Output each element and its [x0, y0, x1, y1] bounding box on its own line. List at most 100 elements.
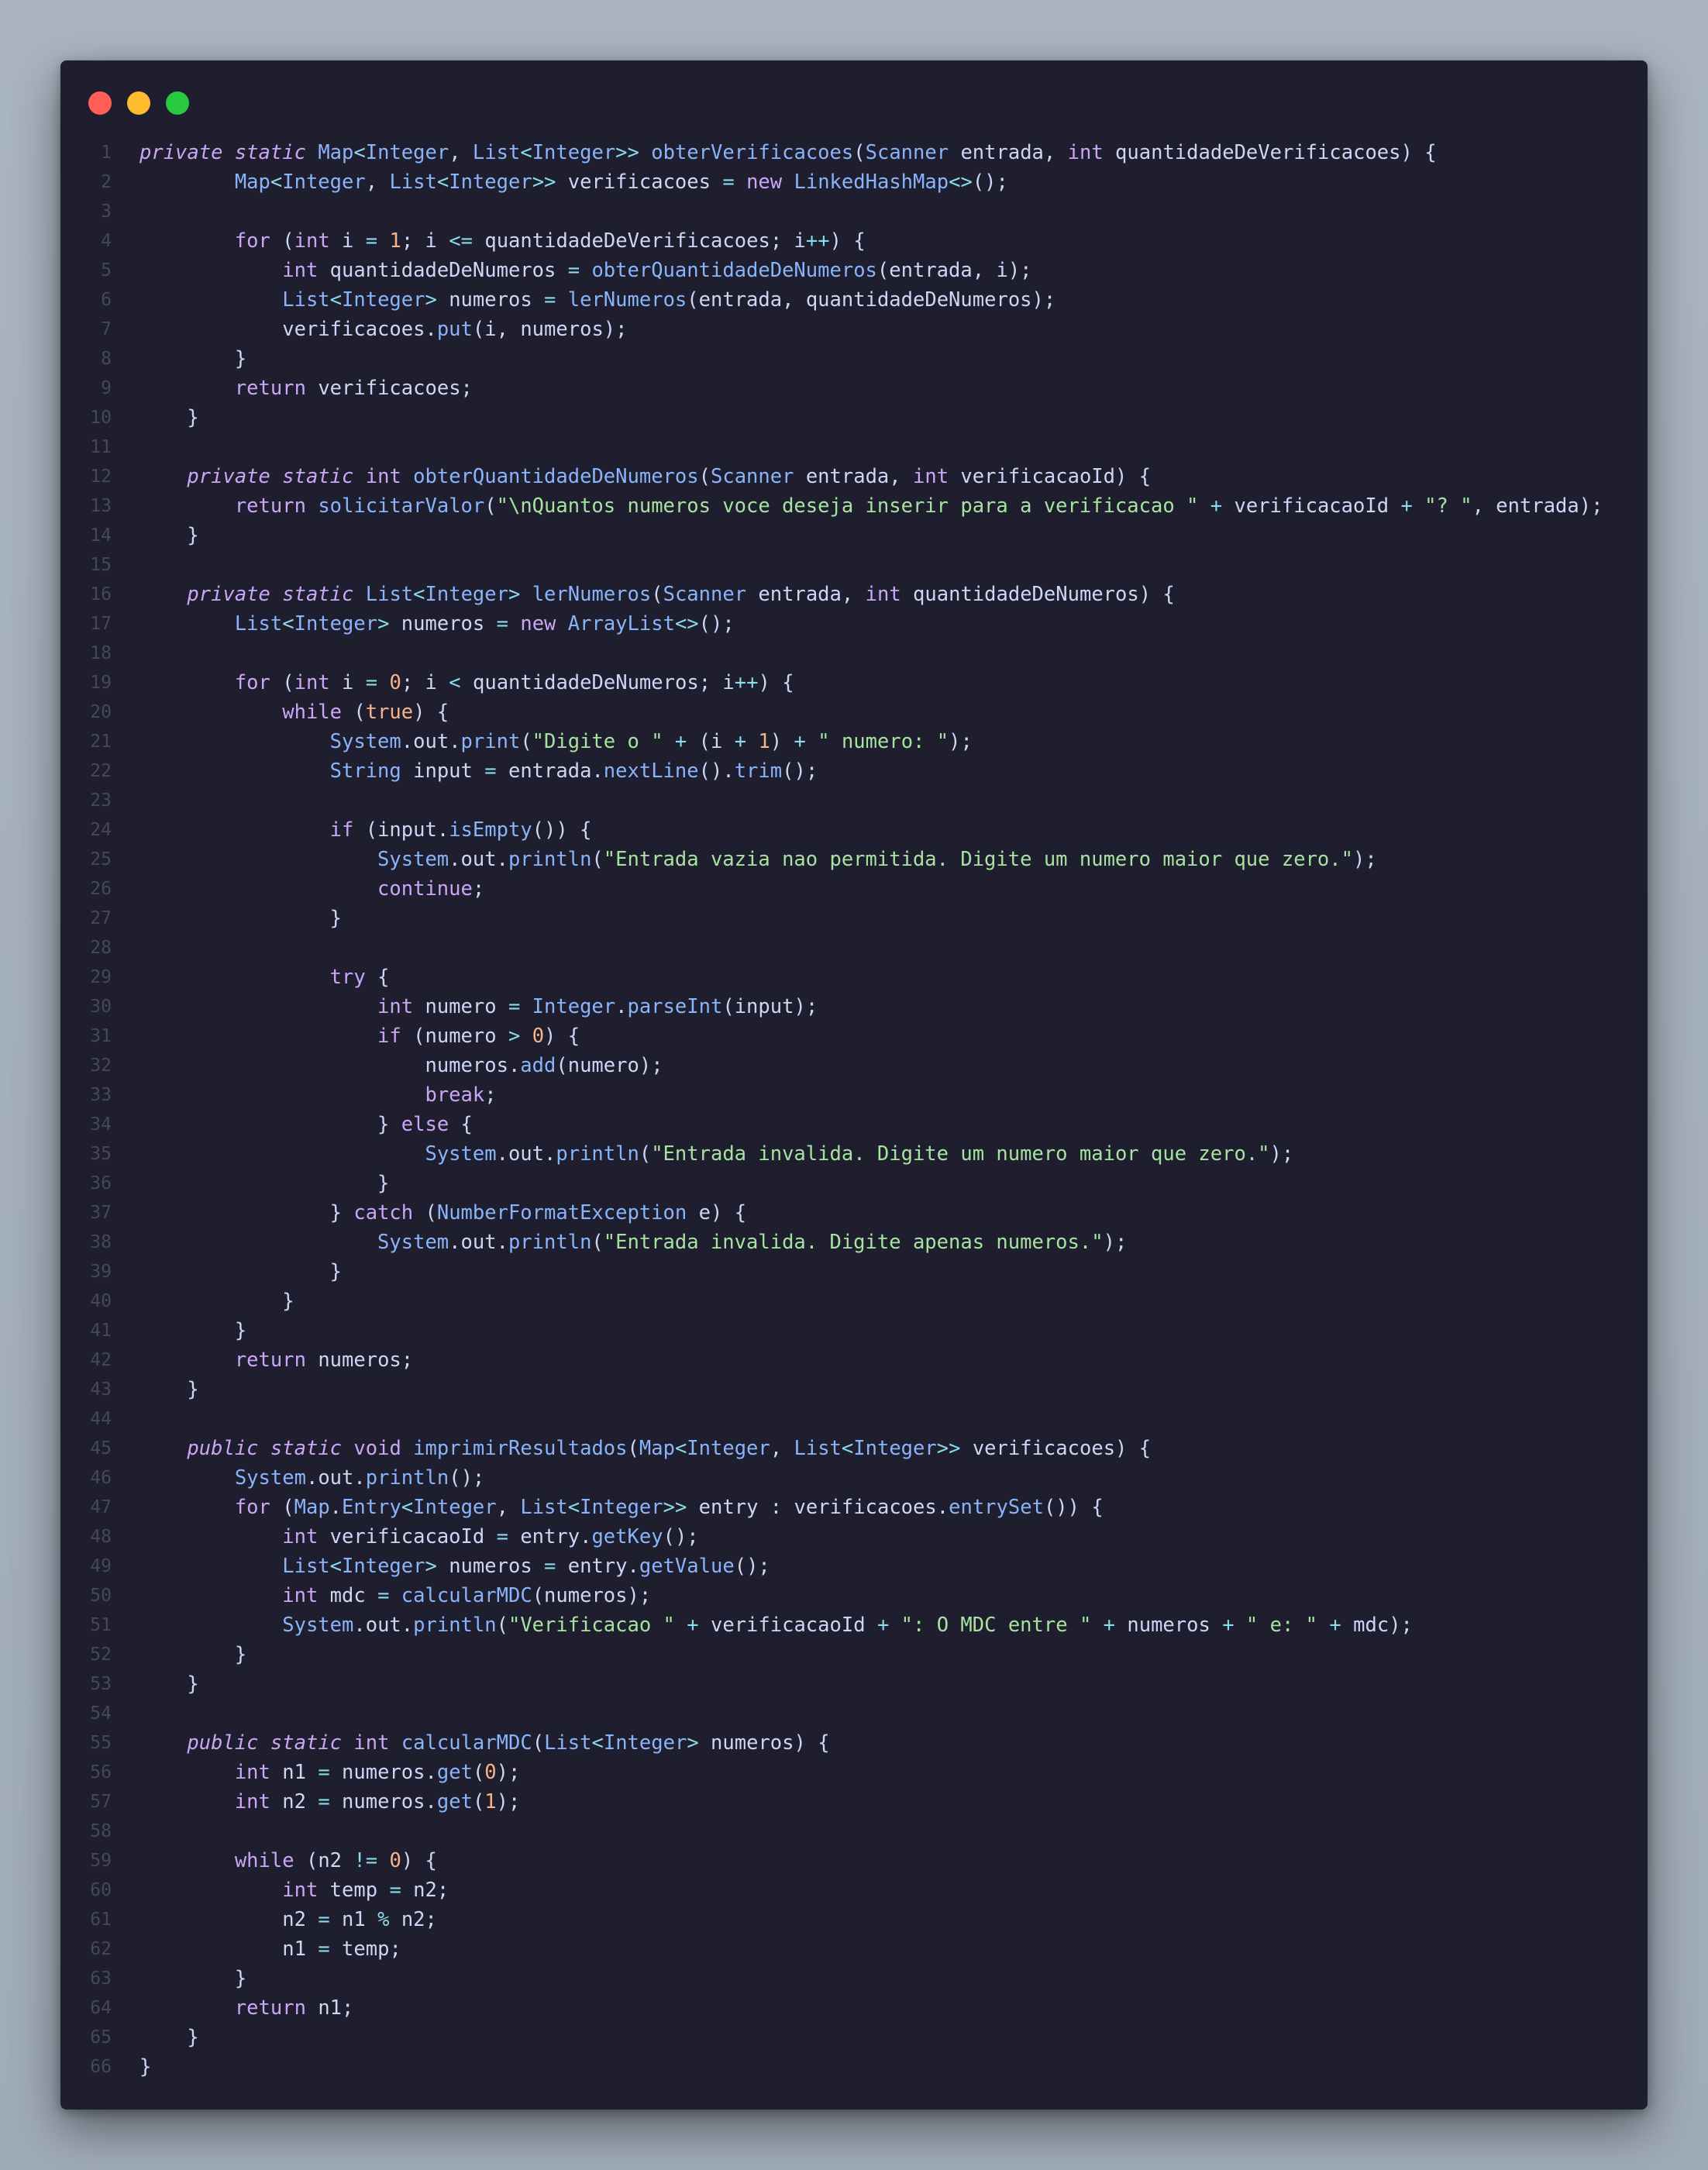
code-line: 37 } catch (NumberFormatException e) {	[60, 1198, 1648, 1228]
code-line: 65 }	[60, 2023, 1648, 2052]
line-number: 48	[90, 1527, 112, 1547]
line-number: 18	[90, 643, 112, 663]
line-source: n1 = temp;	[282, 1938, 401, 1961]
line-source: while (n2 != 0) {	[234, 1849, 437, 1872]
code-line: 47 for (Map.Entry<Integer, List<Integer>…	[60, 1493, 1648, 1522]
code-line: 58	[60, 1817, 1648, 1846]
code-line: 42 return numeros;	[60, 1345, 1648, 1375]
line-source: List<Integer> numeros = lerNumeros(entra…	[282, 288, 1056, 312]
code-line: 35 System.out.println("Entrada invalida.…	[60, 1139, 1648, 1169]
line-source: return solicitarValor("\nQuantos numeros…	[234, 494, 1603, 518]
code-line: 36 }	[60, 1169, 1648, 1198]
code-line: 30 int numero = Integer.parseInt(input);	[60, 992, 1648, 1021]
code-line: 8 }	[60, 344, 1648, 374]
line-number: 4	[101, 231, 112, 251]
line-source: for (int i = 0; i < quantidadeDeNumeros;…	[234, 671, 794, 694]
line-source: }	[234, 347, 247, 370]
code-line: 50 int mdc = calcularMDC(numeros);	[60, 1581, 1648, 1610]
line-number: 1	[101, 143, 112, 163]
minimize-dot-icon[interactable]	[127, 91, 150, 115]
line-source: private static int obterQuantidadeDeNume…	[187, 465, 1152, 488]
code-line: 29 try {	[60, 963, 1648, 992]
line-source: System.out.println("Entrada vazia nao pe…	[377, 848, 1377, 871]
line-number: 57	[90, 1792, 112, 1812]
code-line: 21 System.out.print("Digite o " + (i + 1…	[60, 727, 1648, 756]
line-number: 37	[90, 1203, 112, 1223]
line-number: 34	[90, 1114, 112, 1135]
code-line: 7 verificacoes.put(i, numeros);	[60, 315, 1648, 344]
code-line: 43 }	[60, 1375, 1648, 1404]
line-number: 58	[90, 1821, 112, 1841]
code-line: 61 n2 = n1 % n2;	[60, 1905, 1648, 1934]
line-source: }	[139, 2055, 152, 2079]
line-number: 56	[90, 1762, 112, 1782]
line-source: }	[329, 907, 342, 930]
line-source: private static Map<Integer, List<Integer…	[139, 141, 1437, 164]
line-source: numeros.add(numero);	[425, 1054, 663, 1077]
line-source: continue;	[377, 877, 485, 901]
code-line: 55 public static int calcularMDC(List<In…	[60, 1728, 1648, 1758]
maximize-dot-icon[interactable]	[166, 91, 189, 115]
line-number: 11	[90, 437, 112, 457]
line-number: 60	[90, 1880, 112, 1900]
code-line: 17 List<Integer> numeros = new ArrayList…	[60, 609, 1648, 639]
code-line: 40 }	[60, 1286, 1648, 1316]
code-line: 28	[60, 933, 1648, 963]
line-source: } else {	[377, 1113, 473, 1136]
line-number: 6	[101, 290, 112, 310]
line-number: 26	[90, 879, 112, 899]
line-source: List<Integer> numeros = entry.getValue()…	[282, 1555, 770, 1578]
code-line: 59 while (n2 != 0) {	[60, 1846, 1648, 1876]
line-number: 45	[90, 1438, 112, 1459]
line-number: 49	[90, 1556, 112, 1576]
line-source: public static void imprimirResultados(Ma…	[187, 1437, 1152, 1460]
line-number: 33	[90, 1085, 112, 1105]
line-number: 55	[90, 1733, 112, 1753]
line-source: n2 = n1 % n2;	[282, 1908, 437, 1931]
line-number: 24	[90, 820, 112, 840]
line-number: 2	[101, 172, 112, 192]
line-source: System.out.println("Entrada invalida. Di…	[425, 1142, 1294, 1166]
line-number: 12	[90, 467, 112, 487]
line-source: }	[234, 1319, 247, 1342]
code-line: 25 System.out.println("Entrada vazia nao…	[60, 845, 1648, 874]
code-editor[interactable]: 1 private static Map<Integer, List<Intege…	[60, 138, 1648, 2082]
line-source: List<Integer> numeros = new ArrayList<>(…	[234, 612, 735, 636]
code-line: 38 System.out.println("Entrada invalida.…	[60, 1228, 1648, 1257]
code-line: 54	[60, 1699, 1648, 1728]
code-line: 1 private static Map<Integer, List<Intege…	[60, 138, 1648, 167]
code-line: 34 } else {	[60, 1110, 1648, 1139]
line-number: 14	[90, 525, 112, 546]
line-source: int numero = Integer.parseInt(input);	[377, 995, 818, 1018]
line-number: 17	[90, 614, 112, 634]
line-number: 3	[101, 202, 112, 222]
line-source: Map<Integer, List<Integer>> verificacoes…	[234, 170, 1008, 194]
line-source: break;	[425, 1083, 497, 1107]
line-number: 7	[101, 319, 112, 339]
code-line: 46 System.out.println();	[60, 1463, 1648, 1493]
line-source: verificacoes.put(i, numeros);	[282, 318, 628, 341]
code-line: 62 n1 = temp;	[60, 1934, 1648, 1964]
line-source: try {	[329, 966, 390, 989]
line-source: }	[234, 1967, 247, 1990]
line-number: 16	[90, 584, 112, 604]
line-number: 53	[90, 1674, 112, 1694]
code-line: 6 List<Integer> numeros = lerNumeros(ent…	[60, 285, 1648, 315]
line-number: 47	[90, 1497, 112, 1517]
code-line: 16 private static List<Integer> lerNumer…	[60, 580, 1648, 609]
line-number: 29	[90, 967, 112, 987]
line-number: 8	[101, 349, 112, 369]
line-source: for (Map.Entry<Integer, List<Integer>> e…	[234, 1496, 1104, 1519]
line-number: 23	[90, 790, 112, 811]
line-number: 25	[90, 849, 112, 870]
line-source: public static int calcularMDC(List<Integ…	[187, 1731, 830, 1755]
line-number: 66	[90, 2057, 112, 2077]
line-number: 36	[90, 1173, 112, 1194]
code-window: 1 private static Map<Integer, List<Intege…	[60, 60, 1648, 2110]
close-dot-icon[interactable]	[88, 91, 112, 115]
code-line: 45 public static void imprimirResultados…	[60, 1434, 1648, 1463]
line-source: }	[234, 1643, 247, 1666]
line-number: 28	[90, 938, 112, 958]
code-line: 22 String input = entrada.nextLine().tri…	[60, 756, 1648, 786]
line-source: if (numero > 0) {	[377, 1025, 580, 1048]
